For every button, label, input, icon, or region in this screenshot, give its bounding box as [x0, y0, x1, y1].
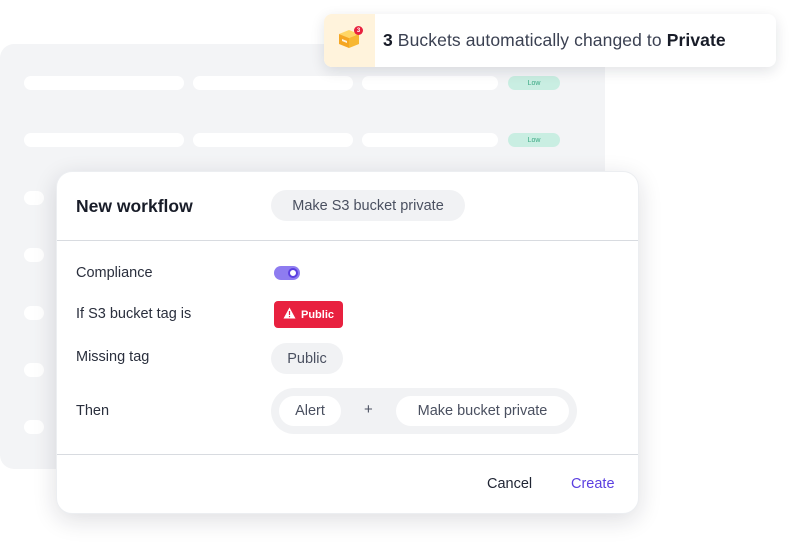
- dialog-header: New workflow Make S3 bucket private: [57, 172, 638, 241]
- placeholder-bar: [362, 133, 498, 147]
- severity-badge: Low: [508, 76, 560, 90]
- dialog-title: New workflow: [76, 196, 193, 216]
- placeholder-bar: [24, 248, 44, 262]
- table-row: [24, 420, 53, 434]
- missing-tag-chip[interactable]: Public: [271, 343, 343, 374]
- make-private-action-chip[interactable]: Make bucket private: [396, 396, 569, 426]
- table-row: Low: [24, 133, 560, 147]
- placeholder-bar: [24, 363, 44, 377]
- plus-separator: +: [364, 401, 373, 418]
- placeholder-bar: [24, 133, 184, 147]
- placeholder-bar: [24, 306, 44, 320]
- workflow-name-chip[interactable]: Make S3 bucket private: [271, 190, 465, 221]
- notification-target: Private: [666, 30, 726, 50]
- placeholder-bar: [362, 76, 498, 90]
- placeholder-bar: [24, 191, 44, 205]
- then-label: Then: [76, 403, 110, 419]
- notification-count-badge: 3: [354, 26, 363, 35]
- create-button[interactable]: Create: [571, 476, 615, 492]
- bucket-notification[interactable]: 3 3 Buckets automatically changed to Pri…: [324, 14, 776, 67]
- table-row: [24, 363, 53, 377]
- notification-count: 3: [383, 30, 393, 50]
- missing-tag-label: Missing tag: [76, 349, 150, 365]
- toggle-knob: [288, 268, 298, 278]
- alert-action-chip[interactable]: Alert: [279, 396, 341, 426]
- notification-icon-area: 3: [324, 14, 375, 67]
- tag-public-badge[interactable]: Public: [274, 301, 343, 328]
- table-row: [24, 191, 53, 205]
- compliance-toggle[interactable]: [274, 266, 300, 280]
- table-row: [24, 306, 53, 320]
- tag-public-text: Public: [300, 308, 334, 321]
- table-row: [24, 248, 53, 262]
- placeholder-bar: [24, 420, 44, 434]
- placeholder-bar: [24, 76, 184, 90]
- warning-icon: [283, 307, 296, 322]
- notification-text: Buckets automatically changed to: [392, 30, 667, 50]
- notification-message: 3 Buckets automatically changed to Priva…: [383, 30, 726, 51]
- then-actions: Alert + Make bucket private: [271, 388, 577, 434]
- placeholder-bar: [193, 133, 353, 147]
- tag-condition-label: If S3 bucket tag is: [76, 306, 192, 322]
- placeholder-bar: [193, 76, 353, 90]
- severity-badge: Low: [508, 133, 560, 147]
- new-workflow-dialog: New workflow Make S3 bucket private Comp…: [56, 171, 639, 514]
- cancel-button[interactable]: Cancel: [487, 476, 532, 492]
- compliance-label: Compliance: [76, 265, 153, 281]
- table-row: Low: [24, 76, 560, 90]
- dialog-footer: Cancel Create: [57, 454, 638, 514]
